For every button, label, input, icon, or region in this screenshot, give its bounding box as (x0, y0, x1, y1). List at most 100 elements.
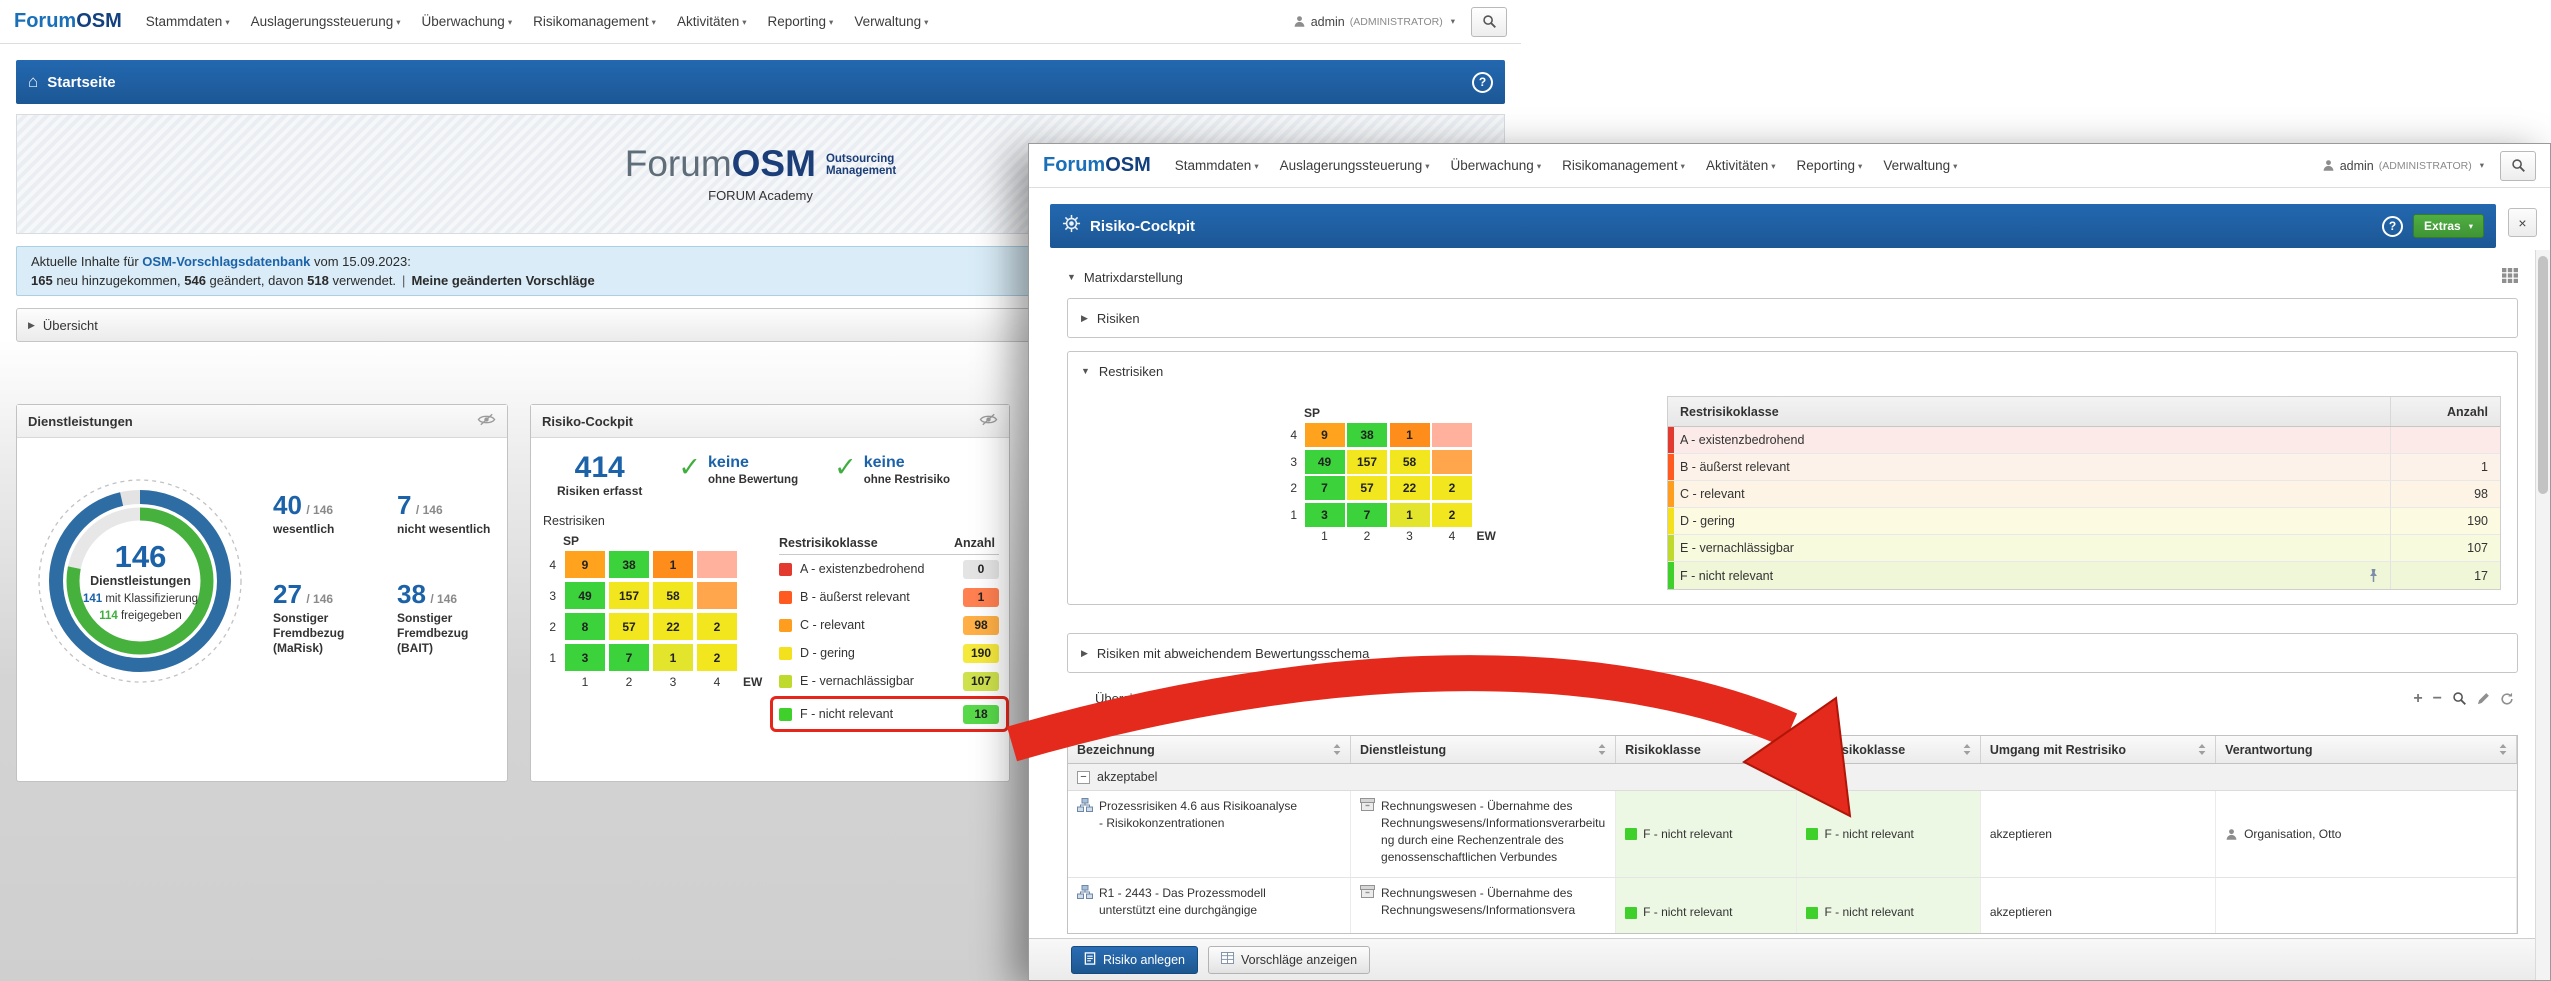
matrix-cell-3-1[interactable]: 49 (1305, 450, 1345, 474)
column-header-4[interactable]: Umgang mit Restrisiko (1981, 736, 2216, 763)
vertical-scrollbar[interactable] (2535, 250, 2550, 980)
cell-dienstleistung[interactable]: Rechnungswesen - Übernahme des Rechnungs… (1351, 791, 1616, 877)
show-suggestions-button[interactable]: Vorschläge anzeigen (1208, 946, 1370, 974)
risk-class-row-0[interactable]: A - existenzbedrohend (1668, 427, 2500, 454)
risk-class-row-5[interactable]: F - nicht relevant18 (779, 700, 999, 728)
my-changed-suggestions-link[interactable]: Meine geänderten Vorschläge (411, 273, 594, 288)
matrix-cell-4-1[interactable]: 9 (1305, 423, 1345, 447)
minus-icon[interactable]: − (2433, 692, 2442, 706)
column-header-1[interactable]: Dienstleistung (1351, 736, 1616, 763)
nav-menu-2[interactable]: Überwachung▾ (1451, 158, 1542, 173)
risks-panel-header[interactable]: ▶ Risiken (1068, 299, 2517, 337)
nav-menu-6[interactable]: Verwaltung▾ (1883, 158, 1957, 173)
matrix-cell-3-4[interactable] (1432, 450, 1472, 474)
cell-risikoklasse[interactable]: F - nicht relevant (1616, 791, 1797, 877)
cell-risikoklasse[interactable]: F - nicht relevant (1616, 878, 1797, 934)
matrix-cell-2-4[interactable]: 2 (697, 613, 737, 640)
cell-restrisikoklasse[interactable]: F - nicht relevant (1797, 791, 1980, 877)
collapse-group-icon[interactable]: − (1077, 771, 1090, 784)
visibility-toggle-icon[interactable] (979, 413, 998, 429)
grid-view-icon[interactable] (2502, 268, 2518, 286)
matrix-cell-1-3[interactable]: 1 (1390, 503, 1430, 527)
nav-menu-5[interactable]: Reporting▾ (1797, 158, 1863, 173)
matrix-cell-1-1[interactable]: 3 (1305, 503, 1345, 527)
matrix-cell-1-4[interactable]: 2 (1432, 503, 1472, 527)
risk-class-row-3[interactable]: D - gering190 (1668, 508, 2500, 535)
risk-class-row-1[interactable]: B - äußerst relevant1 (1668, 454, 2500, 481)
cell-verantwortung[interactable] (2216, 878, 2517, 934)
user-menu[interactable]: admin(ADMINISTRATOR)▾ (2322, 159, 2484, 173)
matrix-cell-2-1[interactable]: 7 (1305, 476, 1345, 500)
user-menu[interactable]: admin(ADMINISTRATOR)▾ (1293, 15, 1455, 29)
cell-bezeichnung[interactable]: R1 - 2443 - Das Prozessmodell unterstütz… (1068, 878, 1351, 934)
matrix-cell-4-1[interactable]: 9 (565, 551, 605, 578)
close-window-button[interactable]: × (2508, 208, 2537, 237)
matrix-cell-2-2[interactable]: 57 (1347, 476, 1387, 500)
risk-class-row-4[interactable]: E - vernachlässigbar107 (1668, 535, 2500, 562)
nav-menu-4[interactable]: Aktivitäten▾ (1706, 158, 1776, 173)
risk-class-row-0[interactable]: A - existenzbedrohend0 (779, 555, 999, 583)
residual-panel-header[interactable]: ▼ Restrisiken (1068, 352, 2517, 390)
risk-class-row-4[interactable]: E - vernachlässigbar107 (779, 667, 999, 695)
nav-menu-1[interactable]: Auslagerungssteuerung▾ (251, 14, 401, 29)
table-group-row[interactable]: −akzeptabel (1068, 764, 2517, 791)
risk-class-row-1[interactable]: B - äußerst relevant1 (779, 583, 999, 611)
cell-umgang[interactable]: akzeptieren (1981, 878, 2216, 934)
plus-icon[interactable]: + (2413, 692, 2422, 706)
nav-menu-6[interactable]: Verwaltung▾ (854, 14, 928, 29)
matrix-cell-1-1[interactable]: 3 (565, 644, 605, 671)
search-icon[interactable] (2452, 691, 2467, 706)
nav-menu-2[interactable]: Überwachung▾ (422, 14, 513, 29)
search-button[interactable] (1471, 7, 1507, 37)
risk-class-row-3[interactable]: D - gering190 (779, 639, 999, 667)
column-header-0[interactable]: Bezeichnung (1068, 736, 1351, 763)
cell-verantwortung[interactable]: Organisation, Otto (2216, 791, 2517, 877)
risk-class-row-5[interactable]: F - nicht relevant17 (1668, 562, 2500, 589)
matrix-cell-2-2[interactable]: 57 (609, 613, 649, 640)
column-header-5[interactable]: Verantwortung (2216, 736, 2517, 763)
matrix-cell-3-3[interactable]: 58 (653, 582, 693, 609)
column-header-3[interactable]: Restrisikoklasse (1797, 736, 1980, 763)
visibility-toggle-icon[interactable] (477, 413, 496, 429)
matrix-cell-3-1[interactable]: 49 (565, 582, 605, 609)
matrix-cell-4-3[interactable]: 1 (1390, 423, 1430, 447)
matrix-cell-2-4[interactable]: 2 (1432, 476, 1472, 500)
deviating-panel-header[interactable]: ▶ Risiken mit abweichendem Bewertungssch… (1068, 634, 2517, 672)
nav-menu-3[interactable]: Risikomanagement▾ (1562, 158, 1685, 173)
nav-menu-1[interactable]: Auslagerungssteuerung▾ (1280, 158, 1430, 173)
column-header-2[interactable]: Risikoklasse (1616, 736, 1797, 763)
risk-class-row-2[interactable]: C - relevant98 (1668, 481, 2500, 508)
risk-class-row-2[interactable]: C - relevant98 (779, 611, 999, 639)
matrix-cell-4-2[interactable]: 38 (1347, 423, 1387, 447)
nav-menu-5[interactable]: Reporting▾ (768, 14, 834, 29)
matrix-cell-1-4[interactable]: 2 (697, 644, 737, 671)
matrix-cell-2-3[interactable]: 22 (1390, 476, 1430, 500)
cell-dienstleistung[interactable]: Rechnungswesen - Übernahme des Rechnungs… (1351, 878, 1616, 934)
matrix-cell-3-2[interactable]: 157 (1347, 450, 1387, 474)
matrix-cell-3-3[interactable]: 58 (1390, 450, 1430, 474)
matrix-view-section-header[interactable]: ▼ Matrixdarstellung (1067, 268, 2518, 286)
cell-restrisikoklasse[interactable]: F - nicht relevant (1797, 878, 1980, 934)
matrix-cell-1-2[interactable]: 7 (1347, 503, 1387, 527)
help-button[interactable]: ? (2382, 216, 2403, 237)
pencil-icon[interactable] (2477, 692, 2490, 705)
nav-menu-0[interactable]: Stammdaten▾ (1175, 158, 1259, 173)
refresh-icon[interactable] (2500, 692, 2514, 706)
help-button[interactable]: ? (1472, 72, 1493, 93)
matrix-cell-1-2[interactable]: 7 (609, 644, 649, 671)
matrix-cell-3-2[interactable]: 157 (609, 582, 649, 609)
matrix-cell-3-4[interactable] (697, 582, 737, 609)
matrix-cell-4-4[interactable] (1432, 423, 1472, 447)
matrix-cell-4-2[interactable]: 38 (609, 551, 649, 578)
search-button[interactable] (2500, 151, 2536, 181)
nav-menu-0[interactable]: Stammdaten▾ (146, 14, 230, 29)
matrix-cell-1-3[interactable]: 1 (653, 644, 693, 671)
matrix-cell-4-3[interactable]: 1 (653, 551, 693, 578)
extras-button[interactable]: Extras▾ (2413, 214, 2484, 238)
cell-bezeichnung[interactable]: Prozessrisiken 4.6 aus Risikoanalyse - R… (1068, 791, 1351, 877)
scrollbar-thumb[interactable] (2538, 256, 2548, 494)
create-risk-button[interactable]: Risiko anlegen (1071, 946, 1198, 974)
nav-menu-3[interactable]: Risikomanagement▾ (533, 14, 656, 29)
nav-menu-4[interactable]: Aktivitäten▾ (677, 14, 747, 29)
cell-umgang[interactable]: akzeptieren (1981, 791, 2216, 877)
